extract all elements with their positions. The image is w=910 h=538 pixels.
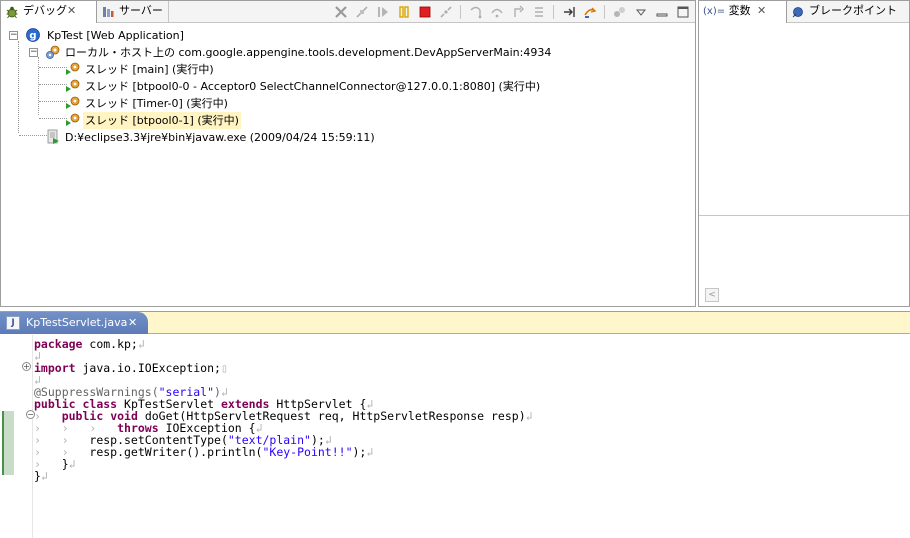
- thread-label: スレッド [Timer-0] (実行中): [85, 97, 228, 110]
- tree-item-launch[interactable]: − g KpTest [Web Application]: [7, 27, 607, 44]
- breakpoint-range-marker: [2, 411, 14, 475]
- tree-item-thread[interactable]: スレッド [Timer-0] (実行中): [7, 95, 407, 112]
- drop-to-frame-icon: [534, 7, 543, 17]
- resume-button[interactable]: [374, 4, 391, 20]
- editor-margin: [32, 335, 33, 538]
- java-editor: J KpTestServlet.java ✕ + − package com.k…: [0, 311, 910, 538]
- process-label: D:¥eclipse3.3¥jre¥bin¥javaw.exe (2009/04…: [65, 131, 375, 144]
- breakpoint-icon: [792, 7, 803, 18]
- variables-view: (x)= 変数 ✕ ブレークポイント <: [698, 0, 910, 307]
- tab-servers-label: サーバー: [119, 4, 163, 17]
- step-into-button[interactable]: [467, 4, 484, 20]
- servers-icon: [103, 7, 114, 17]
- maximize-icon: [677, 6, 688, 18]
- view-menu-icon: [635, 9, 646, 16]
- code-line: import java.io.IOException;▯: [34, 361, 228, 375]
- running-thread-icon: [66, 79, 80, 92]
- connect-icon: [355, 6, 368, 18]
- tab-variables[interactable]: (x)= 変数 ✕: [699, 1, 787, 23]
- running-thread-icon: [66, 113, 80, 126]
- tree-item-thread[interactable]: スレッド [main] (実行中): [7, 61, 407, 78]
- tab-breakpoints-label: ブレークポイント: [809, 4, 897, 17]
- terminate-button[interactable]: [416, 4, 433, 20]
- step-return-button[interactable]: [509, 4, 526, 20]
- instruction-stepping-icon: [583, 7, 596, 18]
- maximize-button[interactable]: [674, 4, 691, 20]
- code-line: }↲: [34, 469, 48, 483]
- instruction-stepping-button[interactable]: [581, 4, 598, 20]
- step-into-icon: [470, 6, 481, 19]
- running-thread-icon: [66, 96, 80, 109]
- google-launch-icon: g: [26, 28, 40, 42]
- drop-to-frame-button[interactable]: [530, 4, 547, 20]
- disconnect-button[interactable]: [437, 4, 454, 20]
- debug-bug-icon: [6, 6, 18, 19]
- disconnect-icon: [439, 6, 452, 18]
- minimize-icon: [656, 13, 667, 17]
- toolbar-separator: [604, 5, 605, 19]
- code-line: › › resp.getWriter().println("Key-Point!…: [34, 445, 374, 459]
- view-menu-button[interactable]: [632, 4, 649, 20]
- tree-item-thread[interactable]: スレッド [btpool0-0 - Acceptor0 SelectChanne…: [7, 78, 607, 95]
- threads-button[interactable]: [611, 4, 628, 20]
- fold-expand-icon[interactable]: +: [22, 362, 31, 371]
- tab-breakpoints[interactable]: ブレークポイント: [787, 1, 910, 23]
- resume-icon: [377, 7, 388, 17]
- editor-tabbar: J KpTestServlet.java ✕: [0, 312, 910, 334]
- tab-variables-label: 変数: [728, 4, 751, 17]
- thread-label: スレッド [btpool0-1] (実行中): [83, 112, 241, 129]
- thread-label: スレッド [btpool0-0 - Acceptor0 SelectChanne…: [85, 80, 541, 93]
- minimize-button[interactable]: [653, 4, 670, 20]
- toolbar-separator: [553, 5, 554, 19]
- tree-item-target[interactable]: − ローカル・ホスト上の com.google.appengine.tools.…: [7, 44, 687, 61]
- use-step-filters-icon: [563, 7, 575, 17]
- use-step-filters-button[interactable]: [560, 4, 577, 20]
- debug-view: デバッグ ✕ サーバー − g KpTest [Web Application]…: [0, 0, 696, 307]
- suspend-icon: [398, 6, 409, 18]
- collapse-toggle[interactable]: −: [9, 31, 18, 40]
- launch-label: KpTest [Web Application]: [47, 29, 184, 42]
- process-icon: [47, 129, 59, 144]
- close-icon[interactable]: ✕: [128, 312, 137, 334]
- code-area[interactable]: package com.kp;↲ ↲ import java.io.IOExce…: [34, 336, 910, 538]
- debug-view-tabbar: デバッグ ✕ サーバー: [1, 1, 695, 23]
- step-over-button[interactable]: [488, 4, 505, 20]
- tab-debug-label: デバッグ: [23, 4, 67, 17]
- step-over-icon: [490, 8, 503, 18]
- svg-text:g: g: [29, 31, 36, 42]
- details-pane-divider[interactable]: [699, 215, 909, 216]
- debug-toolbar: [332, 4, 691, 20]
- variables-icon: (x)=: [703, 6, 726, 17]
- toolbar-separator: [460, 5, 461, 19]
- suspend-button[interactable]: [395, 4, 412, 20]
- step-return-icon: [513, 5, 524, 17]
- debug-target-icon: [46, 45, 60, 59]
- collapse-toggle[interactable]: −: [29, 48, 38, 57]
- code-line: package com.kp;↲: [34, 337, 145, 351]
- overview-ruler: [0, 335, 18, 538]
- remove-terminated-button[interactable]: [332, 4, 349, 20]
- remove-terminated-icon: [334, 6, 347, 18]
- close-icon[interactable]: ✕: [757, 1, 766, 21]
- connect-button[interactable]: [353, 4, 370, 20]
- threads-icon: [613, 7, 625, 17]
- tree-item-process[interactable]: D:¥eclipse3.3¥jre¥bin¥javaw.exe (2009/04…: [7, 129, 507, 146]
- thread-label: スレッド [main] (実行中): [85, 63, 214, 76]
- editor-tab-label: KpTestServlet.java: [26, 316, 128, 329]
- variables-view-tabbar: (x)= 変数 ✕ ブレークポイント: [699, 1, 909, 23]
- target-label: ローカル・ホスト上の com.google.appengine.tools.de…: [65, 46, 552, 59]
- tab-kptestservlet[interactable]: J KpTestServlet.java ✕: [0, 312, 148, 334]
- close-icon[interactable]: ✕: [67, 1, 76, 21]
- running-thread-icon: [66, 62, 80, 75]
- java-file-icon: J: [6, 316, 20, 330]
- scroll-left-button[interactable]: <: [705, 288, 719, 302]
- tab-servers[interactable]: サーバー: [97, 1, 169, 23]
- tree-item-thread-selected[interactable]: スレッド [btpool0-1] (実行中): [7, 112, 407, 129]
- debug-tree: − g KpTest [Web Application] − ローカル・ホスト上…: [7, 27, 695, 306]
- tab-debug[interactable]: デバッグ ✕: [1, 1, 97, 23]
- terminate-icon: [419, 6, 430, 18]
